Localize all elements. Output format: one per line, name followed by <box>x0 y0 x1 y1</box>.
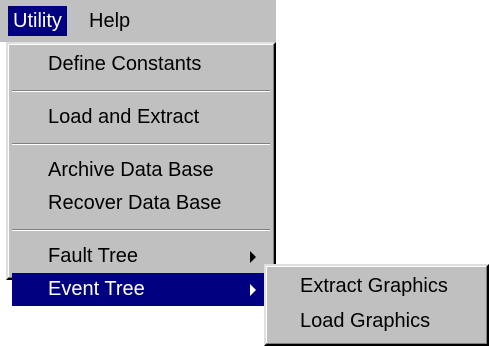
menu-item-load-graphics[interactable]: Load Graphics <box>270 305 483 338</box>
submenu-arrow-icon <box>250 251 256 263</box>
event-tree-submenu: Extract Graphics Load Graphics <box>264 264 489 346</box>
menu-item-extract-graphics-label: Extract Graphics <box>300 275 448 297</box>
menu-utility-label: Utility <box>13 10 62 32</box>
menu-item-recover-data-base[interactable]: Recover Data Base <box>12 187 270 220</box>
menu-item-define-constants-label: Define Constants <box>48 53 202 75</box>
utility-dropdown: Define Constants Load and Extract Archiv… <box>6 42 276 306</box>
menu-item-recover-data-base-label: Recover Data Base <box>48 192 222 214</box>
menu-separator <box>12 143 270 145</box>
menu-item-event-tree-label: Event Tree <box>48 278 145 300</box>
submenu-arrow-icon <box>250 284 256 296</box>
menu-item-fault-tree-label: Fault Tree <box>48 245 139 267</box>
menu-bar: Utility Help <box>0 0 276 42</box>
menu-utility[interactable]: Utility <box>8 6 67 36</box>
menu-item-archive-data-base-label: Archive Data Base <box>48 159 214 181</box>
menu-item-load-graphics-label: Load Graphics <box>300 310 431 332</box>
menu-help-label: Help <box>89 10 131 32</box>
menu-item-define-constants[interactable]: Define Constants <box>12 48 270 81</box>
menu-item-extract-graphics[interactable]: Extract Graphics <box>270 270 483 303</box>
menu-item-fault-tree[interactable]: Fault Tree <box>12 240 270 273</box>
menu-item-load-and-extract[interactable]: Load and Extract <box>12 101 270 134</box>
menu-separator <box>12 90 270 92</box>
menu-separator <box>12 229 270 231</box>
menu-item-load-and-extract-label: Load and Extract <box>48 106 200 128</box>
menu-item-event-tree[interactable]: Event Tree <box>12 273 270 306</box>
menu-item-archive-data-base[interactable]: Archive Data Base <box>12 154 270 187</box>
menu-help[interactable]: Help <box>84 6 135 36</box>
